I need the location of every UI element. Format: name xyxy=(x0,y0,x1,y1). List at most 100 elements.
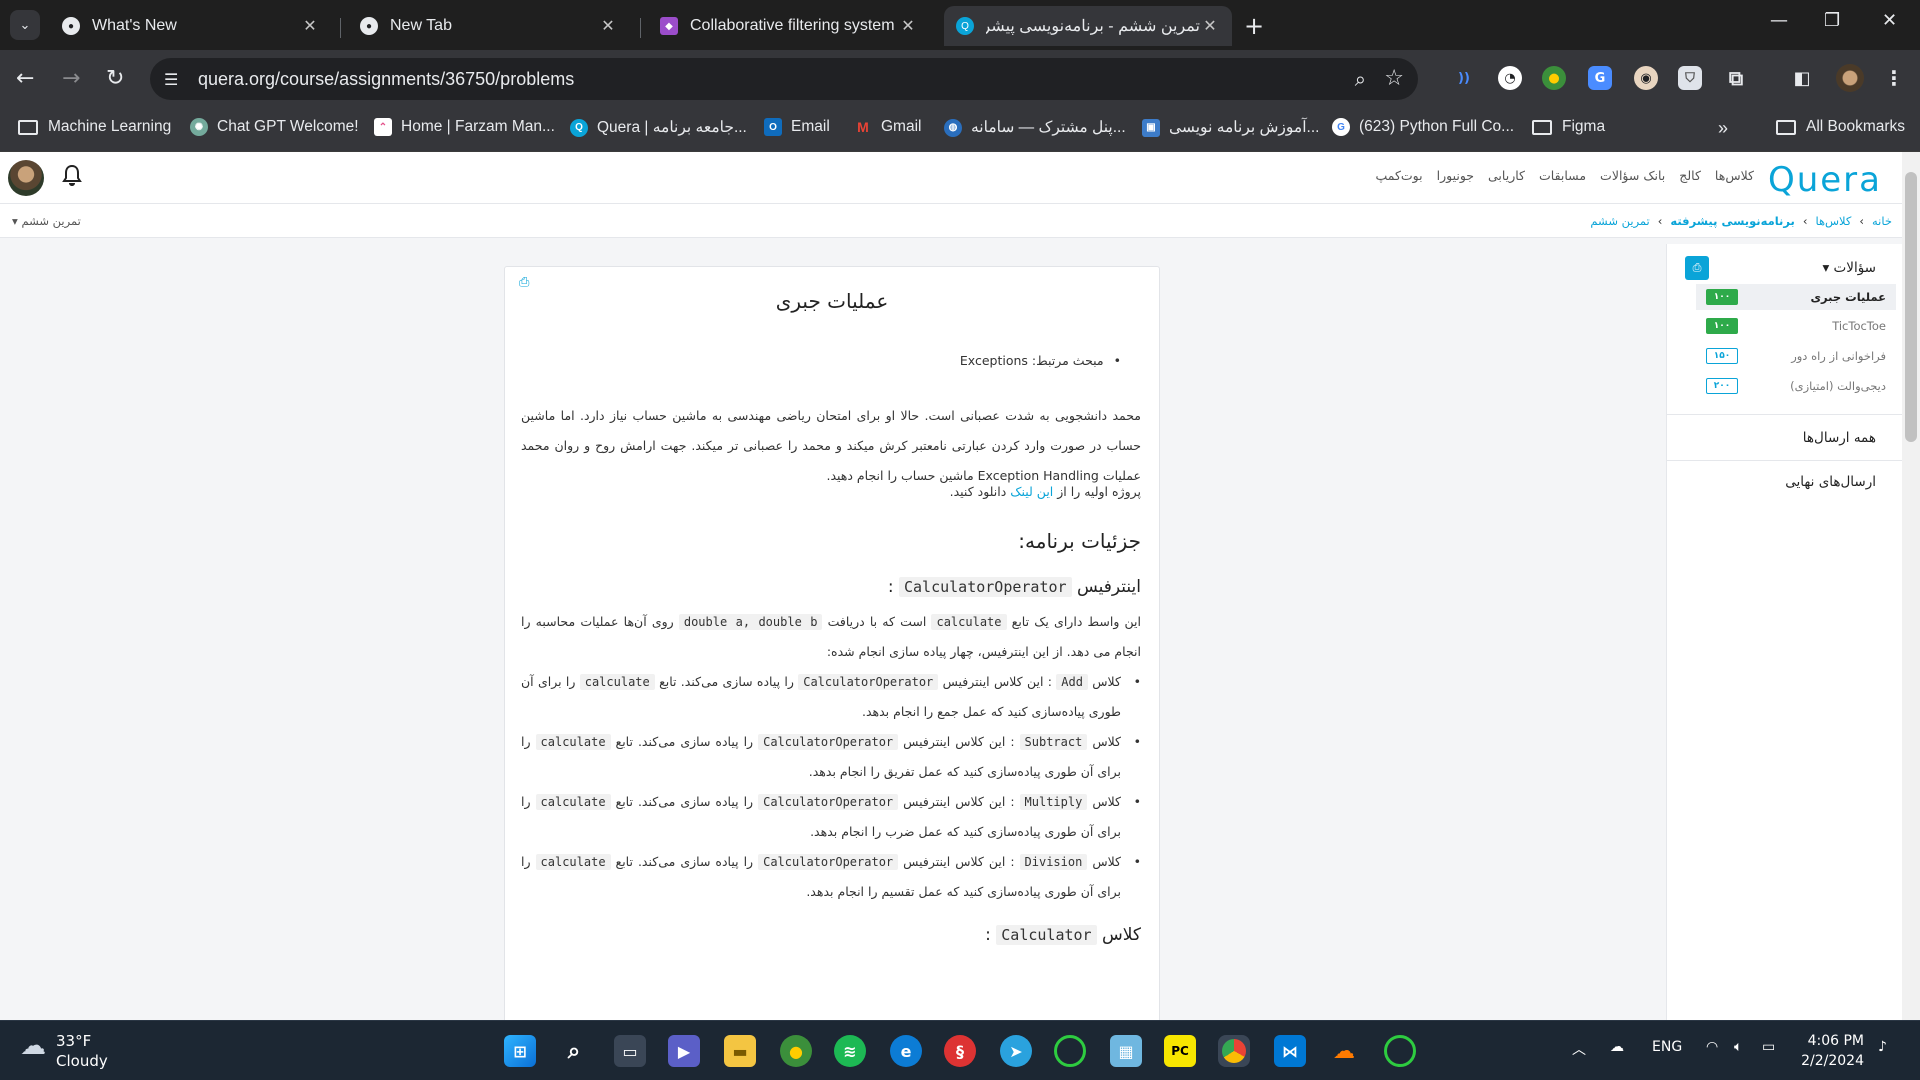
site-info-icon[interactable]: ☰ xyxy=(164,70,186,89)
search-icon[interactable]: ⌕ xyxy=(558,1035,590,1067)
tab-whats-new[interactable]: ● What's New ✕ xyxy=(50,6,332,46)
close-window-icon[interactable]: ✕ xyxy=(1882,10,1897,31)
tab-quera-active[interactable]: Q تمرین ششم - برنامه‌نویسی پیشرفته ✕ xyxy=(944,6,1232,46)
breadcrumb-home[interactable]: خانه xyxy=(1872,214,1892,228)
language-indicator[interactable]: ENG xyxy=(1652,1039,1682,1055)
edge-icon[interactable]: e xyxy=(890,1035,922,1067)
nav-bootcamp[interactable]: بوت‌کمپ xyxy=(1375,168,1422,183)
problem-item-algebra[interactable]: عملیات جبری ۱۰۰ xyxy=(1696,284,1896,310)
breadcrumb-course[interactable]: برنامه‌نویسی پیشرفته xyxy=(1670,214,1794,228)
assignment-selector[interactable]: ▾ تمرین ششم xyxy=(12,214,81,228)
score-badge: ۱۵۰ xyxy=(1706,348,1738,364)
close-tab-icon[interactable]: ✕ xyxy=(1200,16,1220,36)
teams-icon[interactable]: ▶ xyxy=(668,1035,700,1067)
bookmark-chatgpt[interactable]: ✺ Chat GPT Welcome! xyxy=(190,118,359,136)
soundcloud-icon[interactable]: ☁ xyxy=(1328,1035,1360,1067)
print-icon[interactable]: ⎙ xyxy=(519,275,529,290)
close-tab-icon[interactable]: ✕ xyxy=(300,16,320,36)
breadcrumb: خانه ‹ کلاس‌ها ‹ برنامه‌نویسی پیشرفته ‹ … xyxy=(1590,214,1892,228)
pycharm-icon[interactable]: PC xyxy=(1164,1035,1196,1067)
minimize-icon[interactable]: — xyxy=(1770,10,1788,31)
onedrive-icon[interactable]: ☁ xyxy=(1610,1039,1624,1055)
bookmark-machine-learning[interactable]: Machine Learning xyxy=(18,118,171,136)
volume-icon[interactable]: 🔈︎ xyxy=(1734,1039,1742,1055)
vscode-icon[interactable]: ⋈ xyxy=(1274,1035,1306,1067)
reload-icon[interactable]: ↻ xyxy=(106,66,124,91)
zoom-icon[interactable]: ⌕ xyxy=(1355,67,1366,91)
bookmark-star-icon[interactable]: ☆ xyxy=(1384,66,1404,91)
scrollbar-thumb[interactable] xyxy=(1905,172,1917,442)
url-text[interactable]: quera.org/course/assignments/36750/probl… xyxy=(198,69,574,90)
address-bar[interactable]: ☰ quera.org/course/assignments/36750/pro… xyxy=(150,58,1418,100)
extension-wave-icon[interactable]: )) xyxy=(1452,66,1476,90)
bookmark-quera[interactable]: Q Quera | جامعه برنامه... xyxy=(570,118,747,137)
print-all-icon[interactable]: ⎙ xyxy=(1685,256,1709,280)
bookmark-sheba[interactable]: ◍ پنل مشترک — سامانه... xyxy=(944,118,1126,137)
tab-collaborative-filtering[interactable]: ◆ Collaborative filtering system | C ✕ xyxy=(648,6,930,46)
bookmark-email[interactable]: O Email xyxy=(764,118,830,136)
bookmark-programming[interactable]: ▣ آموزش برنامه نویسی... xyxy=(1142,118,1319,137)
file-explorer-icon[interactable]: ▬ xyxy=(724,1035,756,1067)
app-ring-icon[interactable] xyxy=(1054,1035,1086,1067)
breadcrumb-classes[interactable]: کلاس‌ها xyxy=(1815,214,1851,228)
new-tab-button[interactable]: + xyxy=(1244,12,1264,40)
back-icon[interactable]: ← xyxy=(16,66,34,91)
nav-jobs[interactable]: کاریابی xyxy=(1488,168,1525,183)
start-icon[interactable]: ⊞ xyxy=(504,1035,536,1067)
app-ring-icon[interactable] xyxy=(1384,1035,1416,1067)
final-submissions-link[interactable]: ارسال‌های نهایی xyxy=(1785,474,1876,490)
problem-item-digiwallet[interactable]: دیجی‌والت (امتیازی) ۲۰۰ xyxy=(1696,373,1896,399)
more-bookmarks-icon[interactable]: » xyxy=(1718,118,1728,139)
page-scrollbar[interactable] xyxy=(1902,152,1920,1020)
tab-new-tab[interactable]: ● New Tab ✕ xyxy=(348,6,630,46)
notification-icon[interactable]: ♪ xyxy=(1878,1039,1887,1055)
close-tab-icon[interactable]: ✕ xyxy=(898,16,918,36)
task-view-icon[interactable]: ▭ xyxy=(614,1035,646,1067)
problem-item-tictoctoe[interactable]: TicTocToe ۱۰۰ xyxy=(1696,313,1896,339)
forward-icon[interactable]: → xyxy=(62,66,80,91)
google-translate-icon[interactable]: G xyxy=(1588,66,1612,90)
app-red-icon[interactable]: § xyxy=(944,1035,976,1067)
google-icon: G xyxy=(1332,118,1350,136)
extension-globe-icon[interactable]: ● xyxy=(1542,66,1566,90)
wifi-icon[interactable]: ◠ xyxy=(1706,1039,1718,1055)
extension-gauge-icon[interactable]: ◔ xyxy=(1498,66,1522,90)
side-panel-icon[interactable]: ◧ xyxy=(1790,66,1814,90)
menu-icon[interactable]: ⋮ xyxy=(1882,66,1906,90)
spotify-icon[interactable]: ≋ xyxy=(834,1035,866,1067)
chrome-taskbar-icon[interactable] xyxy=(1218,1035,1250,1067)
windows-taskbar: ☁ 33°F Cloudy ⊞ ⌕ ▭ ▶ ▬ ● ≋ e § ➤ ▦ PC ⋈… xyxy=(0,1020,1920,1080)
notification-bell-icon[interactable] xyxy=(62,164,82,188)
bookmark-gmail[interactable]: M Gmail xyxy=(854,118,921,136)
restore-icon[interactable]: ❐ xyxy=(1824,10,1840,31)
bookmark-python-course[interactable]: G (623) Python Full Co... xyxy=(1332,118,1514,136)
nav-classes[interactable]: کلاس‌ها xyxy=(1715,168,1754,183)
nav-junior[interactable]: جونیورا xyxy=(1437,168,1474,183)
telegram-icon[interactable]: ➤ xyxy=(1000,1035,1032,1067)
app-globe-icon[interactable]: ● xyxy=(780,1035,812,1067)
all-submissions-link[interactable]: همه ارسال‌ها xyxy=(1803,430,1876,446)
questions-dropdown[interactable]: سؤالات ▾ xyxy=(1822,260,1876,276)
chevron-up-icon[interactable]: ︿ xyxy=(1572,1039,1586,1059)
remote-desktop-icon[interactable]: ▦ xyxy=(1110,1035,1142,1067)
bookmark-farzam[interactable]: ⌃ Home | Farzam Man... xyxy=(374,118,555,136)
tab-search-button[interactable]: ⌄ xyxy=(10,10,40,40)
extension-shield-icon[interactable]: ⛉ xyxy=(1678,66,1702,90)
extensions-puzzle-icon[interactable]: ⧉ xyxy=(1724,66,1748,90)
quera-logo[interactable]: Quera xyxy=(1768,160,1882,200)
close-tab-icon[interactable]: ✕ xyxy=(598,16,618,36)
problem-item-rpc[interactable]: فراخوانی از راه دور ۱۵۰ xyxy=(1696,343,1896,369)
extension-mascot-icon[interactable]: ◉ xyxy=(1634,66,1658,90)
breadcrumb-assignment[interactable]: تمرین ششم xyxy=(1590,214,1649,228)
battery-icon[interactable]: ▭ xyxy=(1762,1039,1775,1055)
nav-question-bank[interactable]: بانک سؤالات xyxy=(1600,168,1665,183)
all-bookmarks[interactable]: All Bookmarks xyxy=(1776,118,1905,136)
user-avatar[interactable] xyxy=(8,160,44,196)
profile-avatar[interactable] xyxy=(1836,64,1864,92)
download-link[interactable]: این لینک xyxy=(1010,484,1053,499)
nav-college[interactable]: کالج xyxy=(1679,168,1701,183)
weather-widget[interactable]: ☁ 33°F Cloudy xyxy=(20,1031,108,1071)
bookmark-figma[interactable]: Figma xyxy=(1532,118,1605,136)
clock[interactable]: 4:06 PM 2/2/2024 xyxy=(1801,1031,1864,1071)
nav-contests[interactable]: مسابقات xyxy=(1539,168,1586,183)
